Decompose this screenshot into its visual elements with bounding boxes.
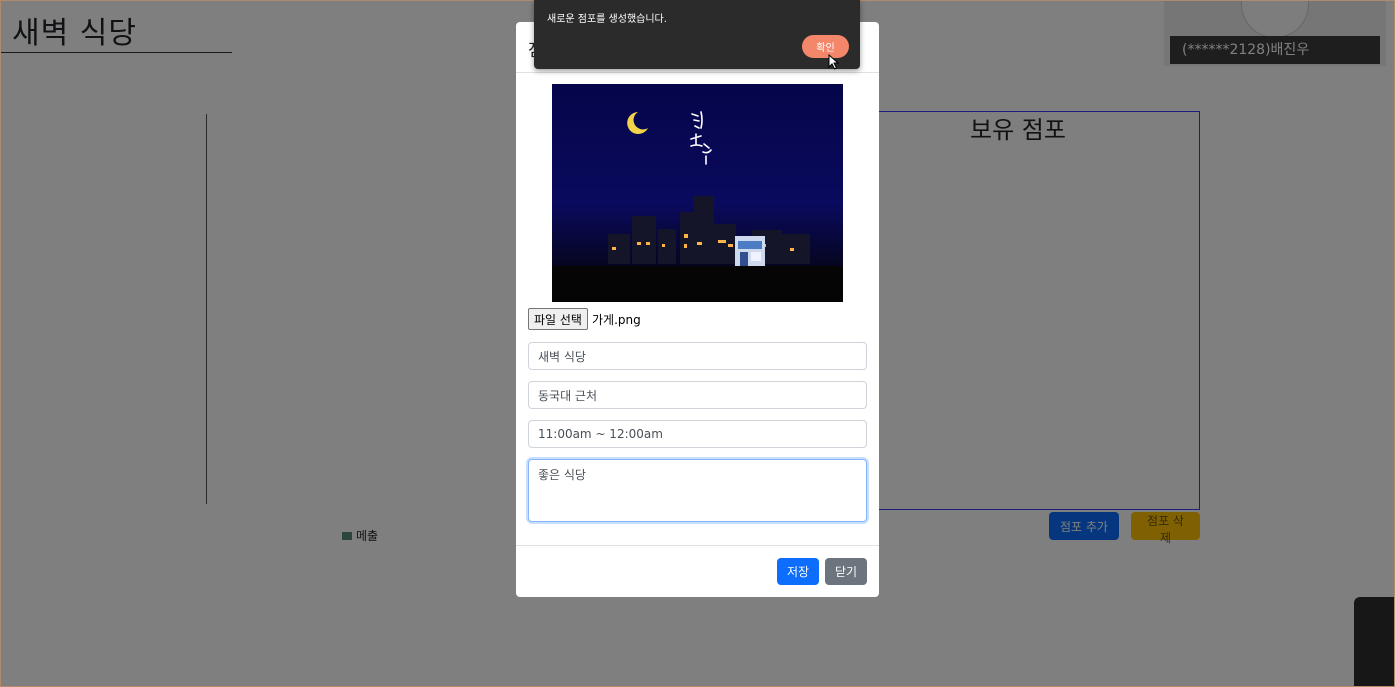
store-location-input[interactable] — [528, 381, 867, 409]
selected-file-name: 가게.png — [591, 312, 641, 327]
mouse-cursor-icon — [828, 54, 840, 70]
file-upload-row: 파일 선택 가게.png — [528, 308, 641, 330]
alert-dialog: 새로운 점포를 생성했습니다. 확인 — [534, 0, 860, 69]
choose-file-button[interactable]: 파일 선택 — [528, 308, 588, 330]
close-button[interactable]: 닫기 — [825, 558, 867, 585]
alert-confirm-button[interactable]: 확인 — [802, 35, 849, 58]
store-description-textarea[interactable]: 좋은 식당 — [528, 459, 867, 522]
store-modal: 점 — [516, 22, 879, 597]
alert-message: 새로운 점포를 생성했습니다. — [547, 14, 667, 25]
save-button[interactable]: 저장 — [777, 558, 819, 585]
store-image-preview — [552, 84, 843, 302]
store-hours-input[interactable] — [528, 420, 867, 448]
store-name-input[interactable] — [528, 342, 867, 370]
